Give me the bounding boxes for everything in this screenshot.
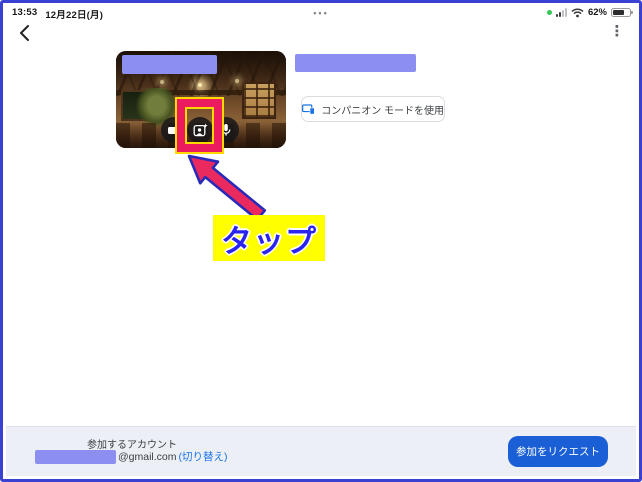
tap-label-annotation: タップ [213,215,325,261]
email-domain: @gmail.com [118,450,177,463]
microphone-icon [221,124,231,136]
meeting-title-redaction [295,54,416,72]
status-left: 13:53 12月22日(月) [12,7,103,21]
date: 12月22日(月) [45,10,104,21]
email-username-redaction [35,449,116,464]
overflow-menu-button[interactable]: ⋮ [609,23,625,41]
battery-percent: 62% [587,7,607,18]
multitask-dots-icon: ••• [313,8,329,18]
microphone-toggle-button[interactable] [213,117,239,143]
effects-button[interactable] [187,117,213,143]
companion-mode-button[interactable]: コンパニオン モードを使用 [301,96,445,122]
request-to-join-button[interactable]: 参加をリクエスト [508,436,608,467]
battery-icon [611,8,633,17]
clock: 13:53 [12,7,38,18]
videocam-icon [168,126,180,134]
tap-label-text: タップ [221,223,317,259]
cellular-signal-icon [555,8,567,17]
status-bar: 13:53 12月22日(月) ••• 62% [3,5,639,21]
account-line: @gmail.com (切り替え) [35,449,228,464]
participant-name-redaction [122,55,217,74]
back-chevron-icon [20,25,29,41]
camera-preview [116,51,286,148]
hotspot-dot-icon [546,10,552,15]
status-right: 62% [546,7,633,18]
switch-account-link[interactable]: (切り替え) [179,449,228,464]
companion-mode-icon [302,103,315,115]
effects-icon [193,123,208,137]
tap-arrow-annotation [187,154,267,221]
back-button[interactable] [15,23,35,43]
camera-toggle-button[interactable] [161,117,187,143]
companion-mode-label: コンパニオン モードを使用 [321,105,444,117]
wifi-icon [571,7,584,17]
join-footer: 参加するアカウント @gmail.com (切り替え) 参加をリクエスト [6,426,636,476]
screenshot-frame: 13:53 12月22日(月) ••• 62% ⋮ コンパニオン モードを使用 … [0,0,642,482]
